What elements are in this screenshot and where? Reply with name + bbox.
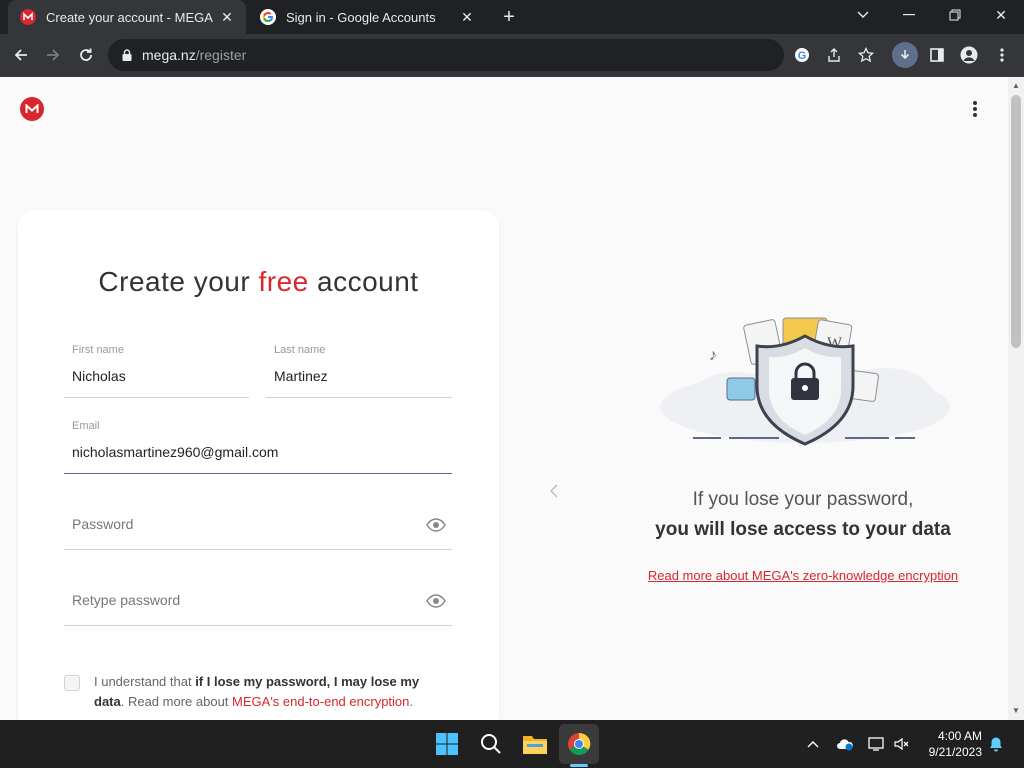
restore-button[interactable] [932,0,978,30]
close-tab-icon[interactable]: ✕ [218,8,236,26]
browser-tab-strip: Create your account - MEGA ✕ Sign in - G… [0,0,1024,34]
info-line-1: If you lose your password, [692,489,914,510]
email-input[interactable]: nicholasmartinez960@gmail.com [64,444,452,464]
email-label: Email [72,420,100,432]
show-retype-password-eye-icon[interactable] [426,594,446,608]
scroll-up-arrow-icon[interactable]: ▲ [1011,81,1021,91]
svg-text:♪: ♪ [709,347,717,364]
first-name-field[interactable]: First name Nicholas [64,344,249,398]
windows-start-icon[interactable] [431,728,463,760]
mega-icon [20,9,36,25]
page-menu-icon[interactable] [965,99,985,119]
active-app-indicator [570,764,588,767]
svg-text:G: G [798,50,807,62]
retype-password-field[interactable]: Retype password [64,586,452,626]
share-icon[interactable] [821,42,847,68]
last-name-input[interactable]: Martinez [266,368,452,388]
last-name-label: Last name [274,344,326,356]
volume-muted-icon[interactable] [892,734,912,754]
security-shield-illustration: W ♪ [660,317,950,446]
google-lens-icon[interactable]: G [789,42,815,68]
minimize-button[interactable] [886,0,932,30]
zero-knowledge-link[interactable]: Read more about MEGA's zero-knowledge en… [560,568,1008,583]
search-icon[interactable] [475,728,507,760]
consent-checkbox[interactable] [64,675,80,691]
scroll-down-arrow-icon[interactable]: ▼ [1011,706,1021,716]
e2e-encryption-link[interactable]: MEGA's end-to-end encryption [232,694,409,709]
reload-icon[interactable] [73,42,99,68]
show-hidden-icons-chevron-icon[interactable] [803,734,823,754]
tab-search-chevron-icon[interactable] [840,0,886,30]
google-icon [260,9,276,25]
info-line-2: you will lose access to your data [655,519,951,540]
close-window-button[interactable]: ✕ [978,0,1024,30]
password-field[interactable]: Password [64,510,452,550]
clock-time: 4:00 AM [937,729,982,743]
first-name-input[interactable]: Nicholas [64,368,249,388]
download-icon[interactable] [892,42,918,68]
tab-create-account[interactable]: Create your account - MEGA ✕ [8,0,246,34]
page-scrollbar[interactable]: ▲ ▼ [1008,77,1024,720]
browser-menu-icon[interactable] [989,42,1015,68]
browser-toolbar: mega.nz/register G [0,34,1024,77]
windows-taskbar: 4:00 AM 9/21/2023 [0,720,1024,768]
retype-password-input[interactable]: Retype password [64,592,452,608]
new-tab-button[interactable]: + [498,6,520,28]
tab-title: Sign in - Google Accounts [286,9,436,25]
consent-text: I understand that if I lose my password,… [94,674,420,709]
lock-icon [122,49,132,61]
scrollbar-thumb[interactable] [1011,95,1021,348]
forward-arrow-icon[interactable] [40,42,66,68]
register-form-card: Create your free account First name Nich… [18,210,499,720]
password-input[interactable]: Password [64,516,452,532]
url-path: /register [195,47,247,63]
page-viewport: Create your free account First name Nich… [0,77,1008,720]
clock-date: 9/21/2023 [928,745,982,759]
tab-title: Create your account - MEGA [46,9,213,25]
bookmark-star-icon[interactable] [853,42,879,68]
profile-icon[interactable] [956,42,982,68]
notification-bell-icon[interactable] [986,734,1006,754]
first-name-label: First name [72,344,124,356]
email-field[interactable]: Email nicholasmartinez960@gmail.com [64,420,452,474]
mega-logo-icon[interactable] [20,97,44,121]
file-explorer-icon[interactable] [519,728,551,760]
network-icon[interactable] [867,734,887,754]
close-tab-icon[interactable]: ✕ [458,8,476,26]
show-password-eye-icon[interactable] [426,518,446,532]
side-panel-icon[interactable] [924,42,950,68]
page-title: Create your free account [98,266,419,297]
back-arrow-icon[interactable] [8,42,34,68]
system-clock[interactable]: 4:00 AM 9/21/2023 [918,728,982,760]
address-bar[interactable]: mega.nz/register [108,39,784,71]
last-name-field[interactable]: Last name Martinez [266,344,452,398]
chrome-icon[interactable] [563,728,595,760]
onedrive-cloud-icon[interactable] [835,734,855,754]
url-host: mega.nz [142,47,196,63]
tab-google-signin[interactable]: Sign in - Google Accounts ✕ [248,0,486,34]
